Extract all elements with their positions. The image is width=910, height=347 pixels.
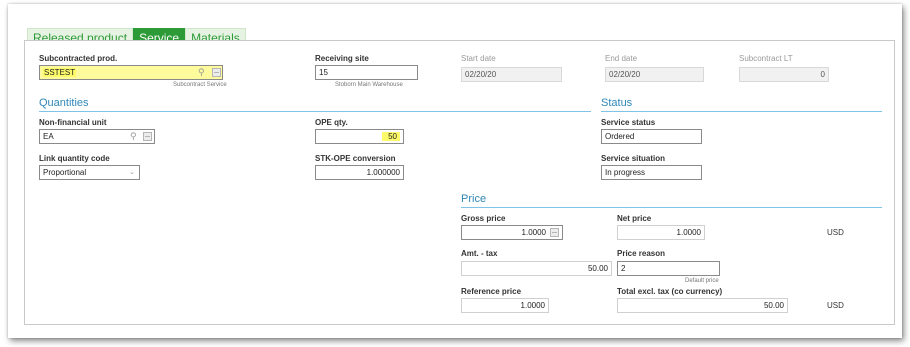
magnifier-icon[interactable]: ⚲	[198, 67, 205, 78]
subcontract-lt-label: Subcontract LT	[739, 54, 793, 63]
price-heading: Price	[461, 193, 487, 205]
subcontracted-prod-label: Subcontracted prod.	[39, 54, 118, 63]
service-status-label: Service status	[601, 118, 656, 127]
stk-ope-conversion-field[interactable]: 1.000000	[315, 165, 404, 180]
price-reason-label: Price reason	[617, 249, 666, 258]
gross-price-label: Gross price	[461, 214, 506, 223]
end-date-label: End date	[605, 54, 638, 63]
receiving-site-label: Receiving site	[315, 54, 369, 63]
link-quantity-code-label: Link quantity code	[39, 154, 110, 163]
non-financial-unit-field[interactable]: EA ⚲	[39, 129, 155, 144]
net-price-field: 1.0000	[617, 225, 705, 240]
non-financial-unit-value: EA	[43, 132, 54, 141]
receiving-site-hint: Stoborn Main Warehouse	[335, 82, 403, 88]
ope-qty-value: 50	[382, 132, 400, 141]
net-price-currency: USD	[827, 228, 844, 237]
receiving-site-field[interactable]: 15	[315, 65, 418, 80]
ope-qty-label: OPE qty.	[315, 118, 348, 127]
chevron-down-icon[interactable]: ⌄	[129, 166, 135, 179]
total-excl-tax-field: 50.00	[617, 298, 788, 313]
magnifier-icon[interactable]: ⚲	[130, 131, 137, 142]
quantities-divider	[39, 111, 591, 112]
service-panel: Subcontracted prod. SSTEST ⚲ Subcontract…	[24, 40, 895, 325]
gross-price-value: 1.0000	[521, 228, 546, 237]
non-financial-unit-label: Non-financial unit	[39, 118, 107, 127]
reference-price-field: 1.0000	[461, 298, 549, 313]
status-heading: Status	[601, 97, 633, 109]
reference-price-label: Reference price	[461, 287, 522, 296]
total-excl-tax-label: Total excl. tax (co currency)	[617, 287, 723, 296]
subcontracted-prod-hint: Subcontract Service	[173, 82, 227, 88]
window-frame: Released product Service Materials Subco…	[8, 4, 902, 338]
table-icon[interactable]	[550, 228, 559, 237]
stk-ope-conversion-label: STK-OPE conversion	[315, 154, 396, 163]
link-quantity-code-value: Proportional	[43, 168, 87, 177]
quantities-heading: Quantities	[39, 97, 89, 109]
price-reason-field[interactable]: 2	[617, 261, 720, 276]
link-quantity-code-select[interactable]: Proportional ⌄	[39, 165, 140, 180]
table-icon[interactable]	[212, 68, 221, 77]
table-icon[interactable]	[143, 132, 152, 141]
price-divider	[461, 207, 882, 208]
ope-qty-field[interactable]: 50	[315, 129, 404, 144]
gross-price-field[interactable]: 1.0000	[461, 225, 563, 240]
start-date-field: 02/20/20	[461, 67, 562, 82]
end-date-field: 02/20/20	[605, 67, 704, 82]
start-date-label: Start date	[461, 54, 496, 63]
subcontract-lt-field: 0	[739, 67, 829, 82]
service-status-field[interactable]: Ordered	[601, 129, 702, 144]
net-price-label: Net price	[617, 214, 652, 223]
total-excl-tax-currency: USD	[827, 301, 844, 310]
subcontracted-prod-value: SSTEST	[43, 68, 77, 77]
service-situation-field[interactable]: In progress	[601, 165, 702, 180]
price-reason-hint: Default price	[685, 278, 719, 284]
service-situation-label: Service situation	[601, 154, 666, 163]
subcontracted-prod-field[interactable]: SSTEST ⚲	[39, 65, 223, 80]
status-divider	[601, 111, 882, 112]
amt-tax-label: Amt. - tax	[461, 249, 498, 258]
amt-tax-field: 50.00	[461, 261, 612, 276]
